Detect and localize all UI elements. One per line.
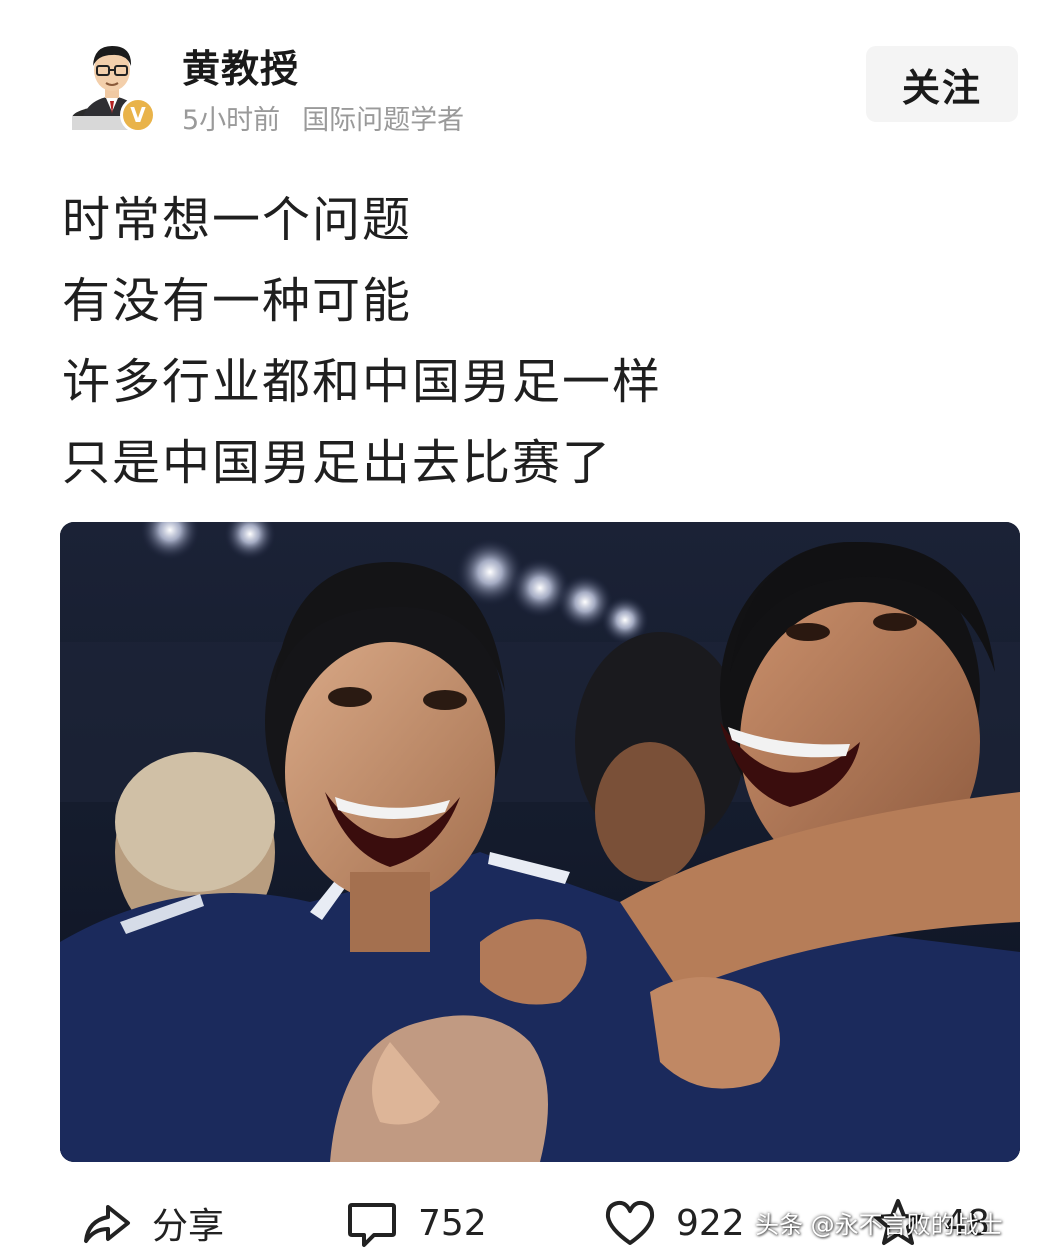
post-line: 有没有一种可能	[62, 273, 413, 329]
like-button[interactable]: 922	[602, 1190, 745, 1256]
post-header: V 黄教授 5小时前 国际问题学者 关注	[0, 0, 1052, 150]
post-text: 时常想一个问题 有没有一种可能 许多行业都和中国男足一样 只是中国男足出去比赛了	[62, 180, 662, 504]
post-time: 5小时前	[182, 105, 281, 136]
verified-badge: V	[120, 97, 156, 133]
author-title: 国际问题学者	[302, 105, 465, 136]
comment-count: 752	[418, 1202, 487, 1244]
post-photo[interactable]	[60, 522, 1020, 1162]
comment-button[interactable]: 752	[344, 1190, 487, 1256]
post-line: 只是中国男足出去比赛了	[62, 435, 613, 491]
heart-icon	[602, 1195, 658, 1251]
post-line: 许多行业都和中国男足一样	[62, 354, 663, 410]
share-button[interactable]: 分享	[78, 1190, 224, 1256]
author-name[interactable]: 黄教授	[182, 38, 299, 93]
watermark: 头条 @永不言败的战士	[755, 1211, 1003, 1239]
follow-button[interactable]: 关注	[866, 46, 1018, 122]
post-line: 时常想一个问题	[62, 192, 413, 248]
like-count: 922	[676, 1202, 745, 1244]
share-arrow-icon	[78, 1195, 134, 1251]
comment-bubble-icon	[344, 1195, 400, 1251]
post-meta: 5小时前 国际问题学者	[182, 98, 464, 137]
share-label: 分享	[152, 1206, 225, 1247]
